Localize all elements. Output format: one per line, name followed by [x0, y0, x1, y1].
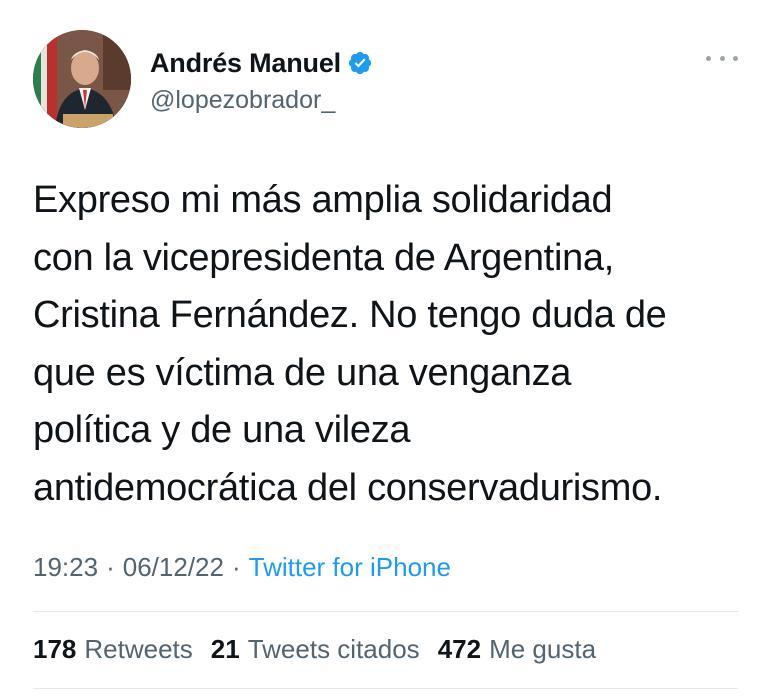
- likes-stat[interactable]: 472 Me gusta: [438, 634, 596, 665]
- tweet-source-link[interactable]: Twitter for iPhone: [249, 552, 451, 583]
- avatar[interactable]: [33, 30, 131, 128]
- retweets-label: Retweets: [84, 634, 193, 664]
- more-dot: [706, 55, 711, 61]
- tweet-time[interactable]: 19:23: [33, 552, 98, 583]
- tweet-card: Andrés Manuel @lopezobrador_ Expreso mi …: [0, 0, 768, 696]
- meta-separator: ·: [106, 552, 115, 582]
- avatar-photo: [33, 30, 131, 128]
- tweet-text: Expreso mi más amplia solidaridad con la…: [33, 179, 667, 509]
- retweets-count: 178: [33, 634, 77, 664]
- quote-tweets-count: 21: [210, 634, 240, 664]
- author-block: Andrés Manuel @lopezobrador_: [150, 46, 373, 115]
- more-dot: [733, 55, 738, 61]
- quote-tweets-label: Tweets citados: [247, 634, 420, 664]
- divider: [33, 688, 738, 689]
- likes-count: 472: [437, 634, 482, 664]
- more-dot: [719, 55, 725, 61]
- handle[interactable]: @lopezobrador_: [150, 86, 373, 115]
- likes-label: Me gusta: [489, 634, 597, 664]
- tweet-meta: 19:23 · 06/12/22 · Twitter for iPhone: [33, 552, 451, 583]
- tweet-date[interactable]: 06/12/22: [123, 552, 224, 583]
- more-options-icon[interactable]: [706, 50, 738, 66]
- quote-tweets-stat[interactable]: 21 Tweets citados: [211, 634, 420, 665]
- retweets-stat[interactable]: 178 Retweets: [33, 634, 193, 665]
- display-name[interactable]: Andrés Manuel: [150, 48, 341, 79]
- divider: [33, 611, 738, 612]
- tweet-stats: 178 Retweets 21 Tweets citados 472 Me gu…: [33, 634, 614, 665]
- verified-badge-icon: [347, 50, 373, 76]
- meta-separator: ·: [231, 552, 241, 582]
- name-row: Andrés Manuel: [150, 46, 373, 80]
